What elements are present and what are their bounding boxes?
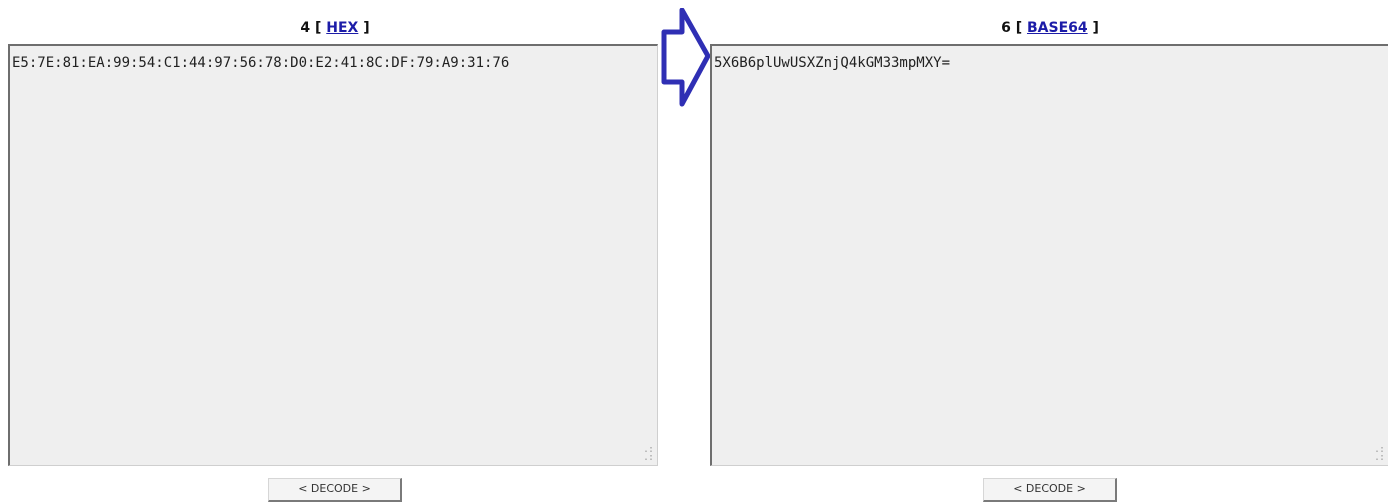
right-arrow-icon: [661, 8, 710, 107]
hex-panel-prefix: 4 [: [300, 20, 327, 36]
base64-decode-button[interactable]: < DECODE >: [983, 478, 1117, 502]
resize-grip-icon[interactable]: .:.:: [1374, 445, 1385, 463]
hex-link[interactable]: HEX: [326, 20, 358, 36]
hex-decode-button[interactable]: < DECODE >: [268, 478, 402, 502]
base64-panel-prefix: 6 [: [1001, 20, 1027, 36]
base64-link[interactable]: BASE64: [1027, 20, 1088, 36]
base64-textarea-content: 5X6B6plUwUSXZnjQ4kGM33mpMXY=: [714, 55, 951, 71]
base64-panel-suffix: ]: [1087, 20, 1099, 36]
hex-panel-header: 4 [ HEX ]: [0, 20, 670, 36]
base64-panel-header: 6 [ BASE64 ]: [712, 20, 1388, 36]
resize-grip-icon[interactable]: .:.:: [643, 445, 654, 463]
base64-textarea[interactable]: 5X6B6plUwUSXZnjQ4kGM33mpMXY= .:.:: [710, 44, 1388, 466]
hex-textarea-content: E5:7E:81:EA:99:54:C1:44:97:56:78:D0:E2:4…: [12, 55, 510, 71]
hex-textarea[interactable]: E5:7E:81:EA:99:54:C1:44:97:56:78:D0:E2:4…: [8, 44, 658, 466]
hex-panel-suffix: ]: [358, 20, 370, 36]
